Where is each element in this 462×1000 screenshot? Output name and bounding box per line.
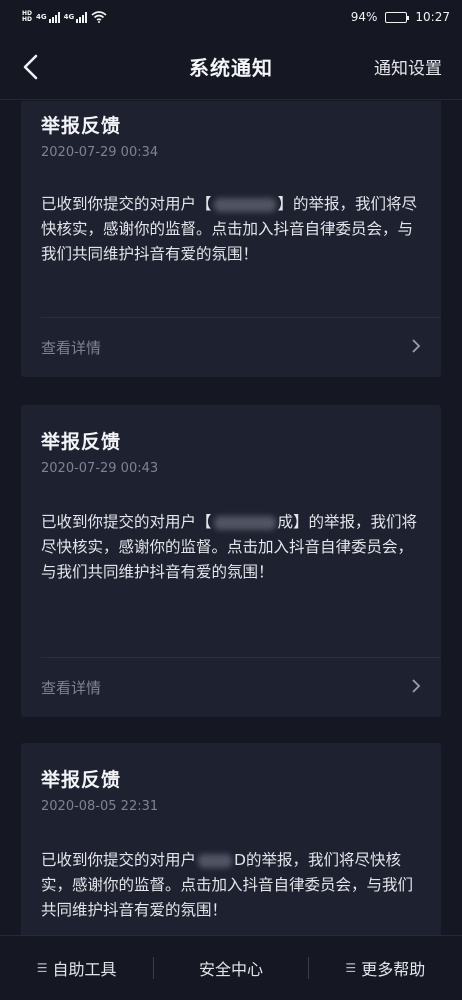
bottom-toolbar: ☰ 自助工具 安全中心 ☰ 更多帮助 xyxy=(0,935,462,1000)
hd-label-2: HD xyxy=(22,16,33,23)
page-title: 系统通知 xyxy=(189,56,273,80)
clock: 10:27 xyxy=(415,10,450,24)
security-center-button[interactable]: 安全中心 xyxy=(154,956,307,980)
notification-title: 举报反馈 xyxy=(41,431,122,453)
signal-icon xyxy=(76,11,88,23)
body-prefix: 已收到你提交的对用户 xyxy=(41,851,197,869)
tool-label: 自助工具 xyxy=(52,960,117,979)
wifi-icon xyxy=(91,11,107,23)
body-prefix: 已收到你提交的对用户【 xyxy=(41,513,212,531)
view-details-link[interactable]: 查看详情 xyxy=(41,337,101,358)
status-bar: HD HD 4G 4G 94% 10:27 xyxy=(0,0,462,34)
notification-time: 2020-07-29 00:43 xyxy=(41,461,159,476)
notification-card: 举报反馈 2020-07-29 00:43 已收到你提交的对用户【 成】的举报，我… xyxy=(21,405,441,717)
battery-percent: 94% xyxy=(350,10,378,24)
notification-body: 已收到你提交的对用户 D的举报，我们将尽快核实，感谢你的监督。点击加入抖音自律委员… xyxy=(41,848,423,923)
menu-icon: ☰ xyxy=(36,961,48,975)
more-help-button[interactable]: ☰ 更多帮助 xyxy=(309,956,462,980)
status-left: HD HD 4G 4G xyxy=(22,11,107,23)
chevron-left-icon[interactable] xyxy=(20,54,42,80)
battery-icon xyxy=(385,11,410,23)
divider xyxy=(41,317,441,318)
notification-body: 已收到你提交的对用户【 】的举报，我们将尽快核实，感谢你的监督。点击加入抖音自律委… xyxy=(41,192,423,267)
status-right: 94% 10:27 xyxy=(351,10,450,24)
notification-title: 举报反馈 xyxy=(41,115,122,137)
chevron-right-icon[interactable] xyxy=(411,679,421,693)
view-details-link[interactable]: 查看详情 xyxy=(41,677,101,698)
notification-time: 2020-08-05 22:31 xyxy=(41,799,159,814)
chevron-right-icon[interactable] xyxy=(411,339,421,353)
notification-card: 举报反馈 2020-07-29 00:34 已收到你提交的对用户【 】的举报，我们… xyxy=(21,101,441,377)
notification-title: 举报反馈 xyxy=(41,769,122,791)
divider xyxy=(41,657,441,658)
notification-settings-button[interactable]: 通知设置 xyxy=(374,54,442,79)
tool-label: 更多帮助 xyxy=(361,960,426,979)
body-prefix: 已收到你提交的对用户【 xyxy=(41,195,212,213)
self-service-tools-button[interactable]: ☰ 自助工具 xyxy=(0,956,153,980)
notification-time: 2020-07-29 00:34 xyxy=(41,145,159,160)
redacted-username xyxy=(213,515,276,530)
sim1-network-label: 4G xyxy=(36,13,47,21)
notification-body: 已收到你提交的对用户【 成】的举报，我们将尽快核实，感谢你的监督。点击加入抖音自律… xyxy=(41,510,423,585)
tool-label: 安全中心 xyxy=(198,960,263,979)
nav-bar: 系统通知 通知设置 xyxy=(0,34,462,100)
menu-icon: ☰ xyxy=(345,961,357,975)
redacted-username xyxy=(213,197,276,212)
hd-indicators: HD HD xyxy=(22,11,32,23)
redacted-username xyxy=(198,853,233,868)
notification-card: 举报反馈 2020-08-05 22:31 已收到你提交的对用户 D的举报，我们将… xyxy=(21,743,441,935)
notification-list[interactable]: 举报反馈 2020-07-29 00:34 已收到你提交的对用户【 】的举报，我们… xyxy=(0,101,462,935)
sim2-network-label: 4G xyxy=(63,13,75,21)
signal-icon xyxy=(48,11,60,23)
